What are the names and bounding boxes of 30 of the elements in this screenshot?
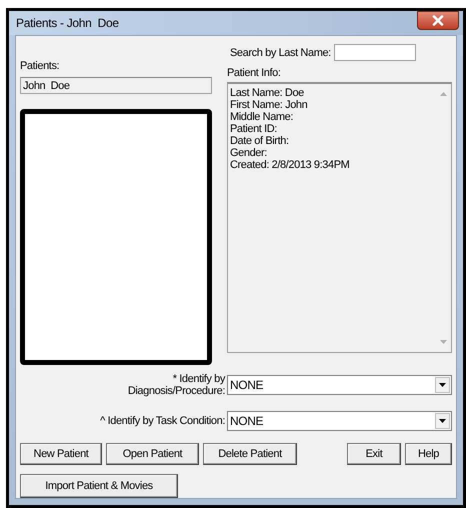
patients-label: Patients: [20,60,60,72]
patient-item[interactable]: John Doe [23,80,70,92]
filter-label: ^ Identify by Task Condition: [99,415,226,427]
dropdown-arrow-icon [439,383,446,387]
action-button[interactable]: Help [405,443,452,465]
action-button[interactable]: Exit [347,443,401,465]
info-line: Date of Birth: [230,135,290,147]
scroll-down-icon[interactable] [440,340,446,344]
search-label: Search by Last Name: [230,46,331,58]
filter-dropdown[interactable]: NONE [227,375,452,395]
filter-label: * Identify by Diagnosis/Procedure: [126,373,226,397]
import-button[interactable]: Import Patient & Movies [20,474,178,498]
search-field[interactable] [334,44,416,61]
filter-dropdown[interactable]: NONE [227,411,452,431]
dropdown-arrow-icon [439,419,446,423]
window-title: Patients - John Doe [16,16,119,30]
info-line: Gender: [230,147,268,159]
info-line: Middle Name: [230,111,294,123]
info-line: First Name: John [230,99,308,111]
info-line: Last Name: Doe [230,87,305,99]
action-button[interactable]: Open Patient [106,443,199,465]
patient-info-label: Patient Info: [227,67,282,79]
action-button[interactable]: New Patient [20,443,102,465]
close-button[interactable] [417,10,459,30]
info-line: Patient ID: [230,123,278,135]
info-line: Created: 2/8/2013 9:34PM [230,159,350,171]
patients-list[interactable]: John Doe [20,77,212,94]
action-button[interactable]: Delete Patient [203,443,297,465]
scroll-up-icon[interactable] [440,92,446,96]
close-icon [431,14,445,26]
